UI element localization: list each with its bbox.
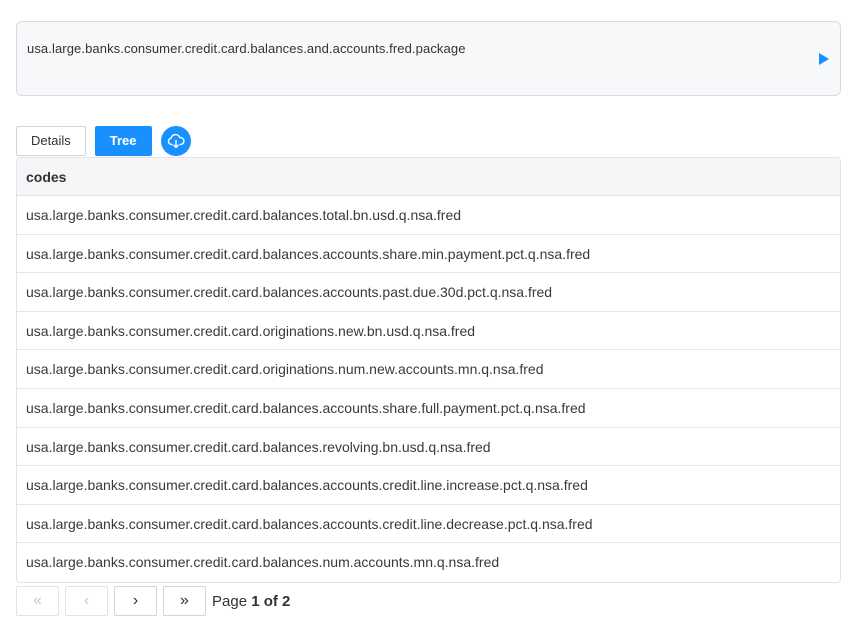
cloud-download-icon — [167, 133, 185, 149]
table-row[interactable]: usa.large.banks.consumer.credit.card.ori… — [17, 350, 840, 389]
prev-page-button[interactable]: ‹ — [65, 586, 108, 616]
table-row[interactable]: usa.large.banks.consumer.credit.card.bal… — [17, 235, 840, 274]
column-header-codes[interactable]: codes — [17, 158, 840, 196]
table-row[interactable]: usa.large.banks.consumer.credit.card.bal… — [17, 466, 840, 505]
page-indicator: Page 1 of 2 — [212, 593, 290, 610]
page-current: 1 of 2 — [251, 592, 291, 610]
table-row[interactable]: usa.large.banks.consumer.credit.card.bal… — [17, 273, 840, 312]
pagination: « ‹ › » Page 1 of 2 — [16, 586, 290, 616]
last-page-button[interactable]: » — [163, 586, 206, 616]
tab-tree[interactable]: Tree — [94, 126, 152, 156]
table-row[interactable]: usa.large.banks.consumer.credit.card.bal… — [17, 428, 840, 467]
table-row[interactable]: usa.large.banks.consumer.credit.card.bal… — [17, 196, 840, 235]
codes-table: codes usa.large.banks.consumer.credit.ca… — [16, 157, 841, 583]
table-row[interactable]: usa.large.banks.consumer.credit.card.bal… — [17, 543, 840, 582]
table-row[interactable]: usa.large.banks.consumer.credit.card.bal… — [17, 389, 840, 428]
table-row[interactable]: usa.large.banks.consumer.credit.card.ori… — [17, 312, 840, 351]
download-button[interactable] — [160, 126, 191, 156]
query-editor[interactable]: usa.large.banks.consumer.credit.card.bal… — [16, 21, 841, 96]
page-prefix: Page — [212, 592, 248, 610]
view-tabs: Details Tree — [16, 126, 191, 156]
tab-details[interactable]: Details — [16, 126, 86, 156]
first-page-button[interactable]: « — [16, 586, 59, 616]
query-text[interactable]: usa.large.banks.consumer.credit.card.bal… — [27, 41, 466, 56]
next-page-button[interactable]: › — [114, 586, 157, 616]
play-icon[interactable] — [818, 52, 830, 66]
table-row[interactable]: usa.large.banks.consumer.credit.card.bal… — [17, 505, 840, 544]
